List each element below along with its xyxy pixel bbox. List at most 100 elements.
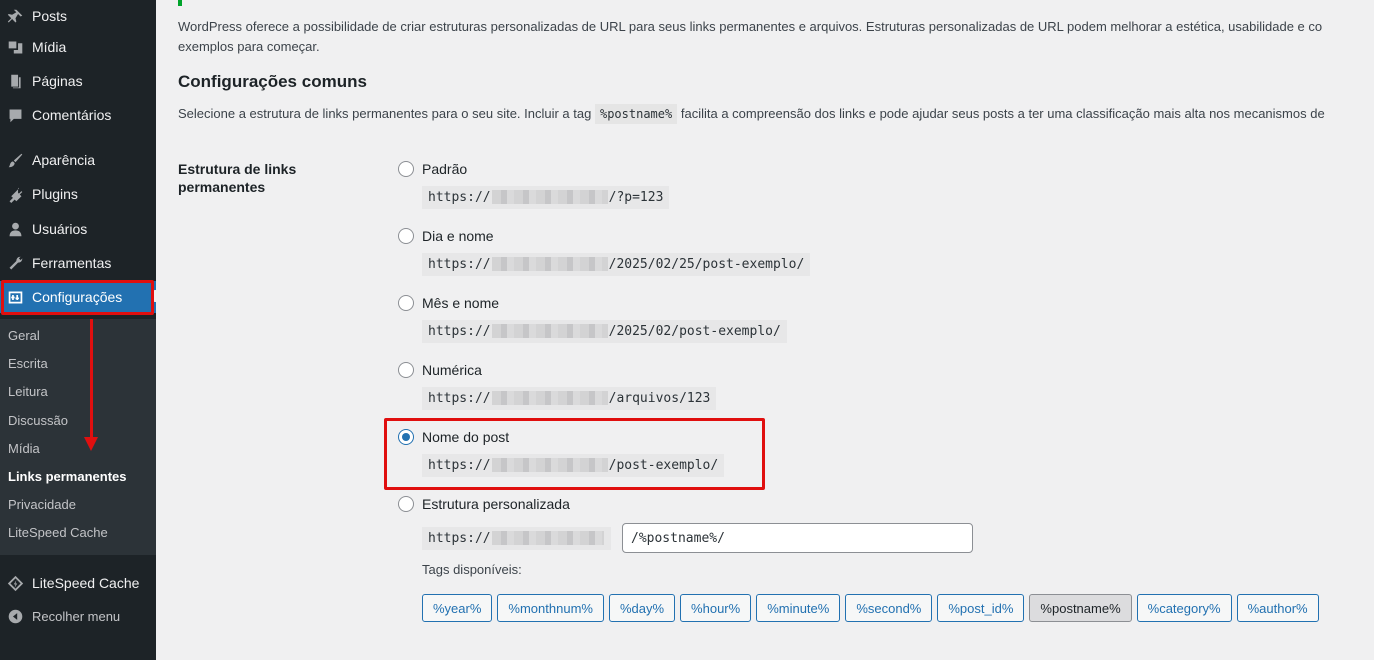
menu-item-label: Usuários — [32, 221, 88, 237]
annotation-settings-highlight — [1, 280, 154, 315]
option-label: Dia e nome — [422, 228, 494, 244]
menu-item-label: Ferramentas — [32, 255, 112, 271]
url-prefix: https:// — [428, 390, 491, 406]
annotation-arrow-line — [90, 319, 93, 439]
user-icon — [5, 219, 25, 239]
annotation-arrow-head — [84, 437, 98, 451]
redacted-domain — [491, 190, 608, 204]
menu-item-appearance[interactable]: Aparência — [0, 144, 156, 176]
submenu-item-midia[interactable]: Mídia — [8, 441, 40, 456]
section-desc-tag: %postname% — [594, 104, 678, 124]
annotation-selected-option-highlight — [384, 418, 765, 490]
section-description: Selecione a estrutura de links permanent… — [178, 104, 1325, 124]
url-example-mes-e-nome: https:// /2025/02/post-exemplo/ — [422, 319, 787, 343]
menu-item-plugins[interactable]: Plugins — [0, 178, 156, 210]
menu-item-label: Posts — [32, 8, 68, 24]
menu-item-tools[interactable]: Ferramentas — [0, 247, 156, 279]
tag-hour-button[interactable]: %hour% — [680, 594, 752, 622]
menu-item-label: Recolher menu — [32, 608, 121, 624]
submenu-item-leitura[interactable]: Leitura — [8, 384, 48, 399]
url-prefix: https:// — [428, 323, 491, 339]
section-desc-after: facilita a compreensão dos links e pode … — [680, 106, 1325, 121]
tag-minute-button[interactable]: %minute% — [756, 594, 841, 622]
available-tags-label: Tags disponíveis: — [422, 562, 522, 577]
menu-item-label: Aparência — [32, 152, 96, 168]
available-tags: %year% %monthnum% %day% %hour% %minute% … — [422, 594, 1319, 622]
redacted-domain — [491, 324, 608, 338]
collapse-icon — [5, 606, 25, 626]
radio-padrao[interactable] — [398, 161, 414, 177]
submenu-item-geral[interactable]: Geral — [8, 328, 40, 343]
option-label: Padrão — [422, 161, 468, 177]
url-example-dia-e-nome: https:// /2025/02/25/post-exemplo/ — [422, 252, 811, 276]
permalink-structure-label: Estrutura de links permanentes — [178, 161, 297, 195]
tag-postname-button[interactable]: %postname% — [1029, 594, 1132, 622]
redacted-domain — [491, 257, 608, 271]
tag-post-id-button[interactable]: %post_id% — [937, 594, 1025, 622]
option-numerica[interactable]: Numérica — [398, 362, 482, 378]
tag-year-button[interactable]: %year% — [422, 594, 493, 622]
litespeed-icon — [5, 573, 25, 593]
admin-sidebar: Posts Mídia Páginas Comentários Aparênci… — [0, 0, 158, 660]
collapse-menu-button[interactable]: Recolher menu — [0, 600, 156, 632]
main-content: WordPress oferece a possibilidade de cri… — [156, 0, 1374, 660]
url-suffix: /2025/02/post-exemplo/ — [608, 323, 781, 339]
submenu-item-escrita[interactable]: Escrita — [8, 356, 48, 371]
option-label: Mês e nome — [422, 295, 500, 311]
pages-icon — [5, 71, 25, 91]
menu-item-label: LiteSpeed Cache — [32, 575, 140, 591]
url-prefix: https:// — [428, 189, 491, 205]
section-title: Configurações comuns — [178, 72, 367, 91]
option-dia-e-nome[interactable]: Dia e nome — [398, 228, 494, 244]
menu-item-label: Comentários — [32, 107, 112, 123]
menu-item-label: Páginas — [32, 73, 83, 89]
plugin-icon — [5, 184, 25, 204]
url-suffix: /?p=123 — [608, 189, 664, 205]
tag-author-button[interactable]: %author% — [1236, 594, 1319, 622]
notice-accent — [178, 0, 182, 6]
menu-item-label: Plugins — [32, 186, 78, 202]
tag-category-button[interactable]: %category% — [1136, 594, 1232, 622]
media-icon — [5, 37, 25, 57]
option-label: Estrutura personalizada — [422, 496, 570, 512]
submenu-item-privacidade[interactable]: Privacidade — [8, 497, 76, 512]
tag-monthnum-button[interactable]: %monthnum% — [497, 594, 604, 622]
intro-text: WordPress oferece a possibilidade de cri… — [178, 17, 1374, 57]
option-label: Numérica — [422, 362, 482, 378]
menu-item-media[interactable]: Mídia — [0, 31, 156, 63]
redacted-domain — [491, 391, 608, 405]
intro-line-2: exemplos para começar. — [178, 39, 320, 54]
option-padrao[interactable]: Padrão — [398, 161, 467, 177]
menu-item-users[interactable]: Usuários — [0, 213, 156, 245]
url-suffix: /arquivos/123 — [608, 390, 711, 406]
radio-estrutura-personalizada[interactable] — [398, 496, 414, 512]
intro-line-1: WordPress oferece a possibilidade de cri… — [178, 19, 1323, 34]
submenu-item-links-permanentes[interactable]: Links permanentes — [8, 469, 127, 484]
settings-submenu: Geral Escrita Leitura Discussão Mídia Li… — [0, 319, 156, 555]
menu-item-comments[interactable]: Comentários — [0, 99, 156, 131]
tag-second-button[interactable]: %second% — [845, 594, 933, 622]
url-prefix-custom: https:// — [422, 526, 611, 550]
url-prefix: https:// — [428, 530, 491, 546]
tag-day-button[interactable]: %day% — [608, 594, 676, 622]
submenu-item-litespeed[interactable]: LiteSpeed Cache — [8, 525, 108, 540]
redacted-domain — [491, 531, 604, 545]
radio-mes-e-nome[interactable] — [398, 295, 414, 311]
url-example-numerica: https:// /arquivos/123 — [422, 386, 717, 410]
custom-structure-input[interactable]: /%postname%/ — [622, 523, 973, 553]
comments-icon — [5, 105, 25, 125]
menu-item-posts[interactable]: Posts — [0, 0, 156, 32]
section-desc-before: Selecione a estrutura de links permanent… — [178, 106, 592, 121]
menu-item-pages[interactable]: Páginas — [0, 65, 156, 97]
radio-numerica[interactable] — [398, 362, 414, 378]
pin-icon — [5, 6, 25, 26]
radio-dia-e-nome[interactable] — [398, 228, 414, 244]
brush-icon — [5, 150, 25, 170]
menu-item-litespeed-cache[interactable]: LiteSpeed Cache — [0, 567, 156, 599]
url-example-padrao: https:// /?p=123 — [422, 185, 670, 209]
menu-item-label: Mídia — [32, 39, 67, 55]
wrench-icon — [5, 253, 25, 273]
submenu-item-discussao[interactable]: Discussão — [8, 413, 68, 428]
option-estrutura-personalizada[interactable]: Estrutura personalizada — [398, 496, 570, 512]
option-mes-e-nome[interactable]: Mês e nome — [398, 295, 499, 311]
